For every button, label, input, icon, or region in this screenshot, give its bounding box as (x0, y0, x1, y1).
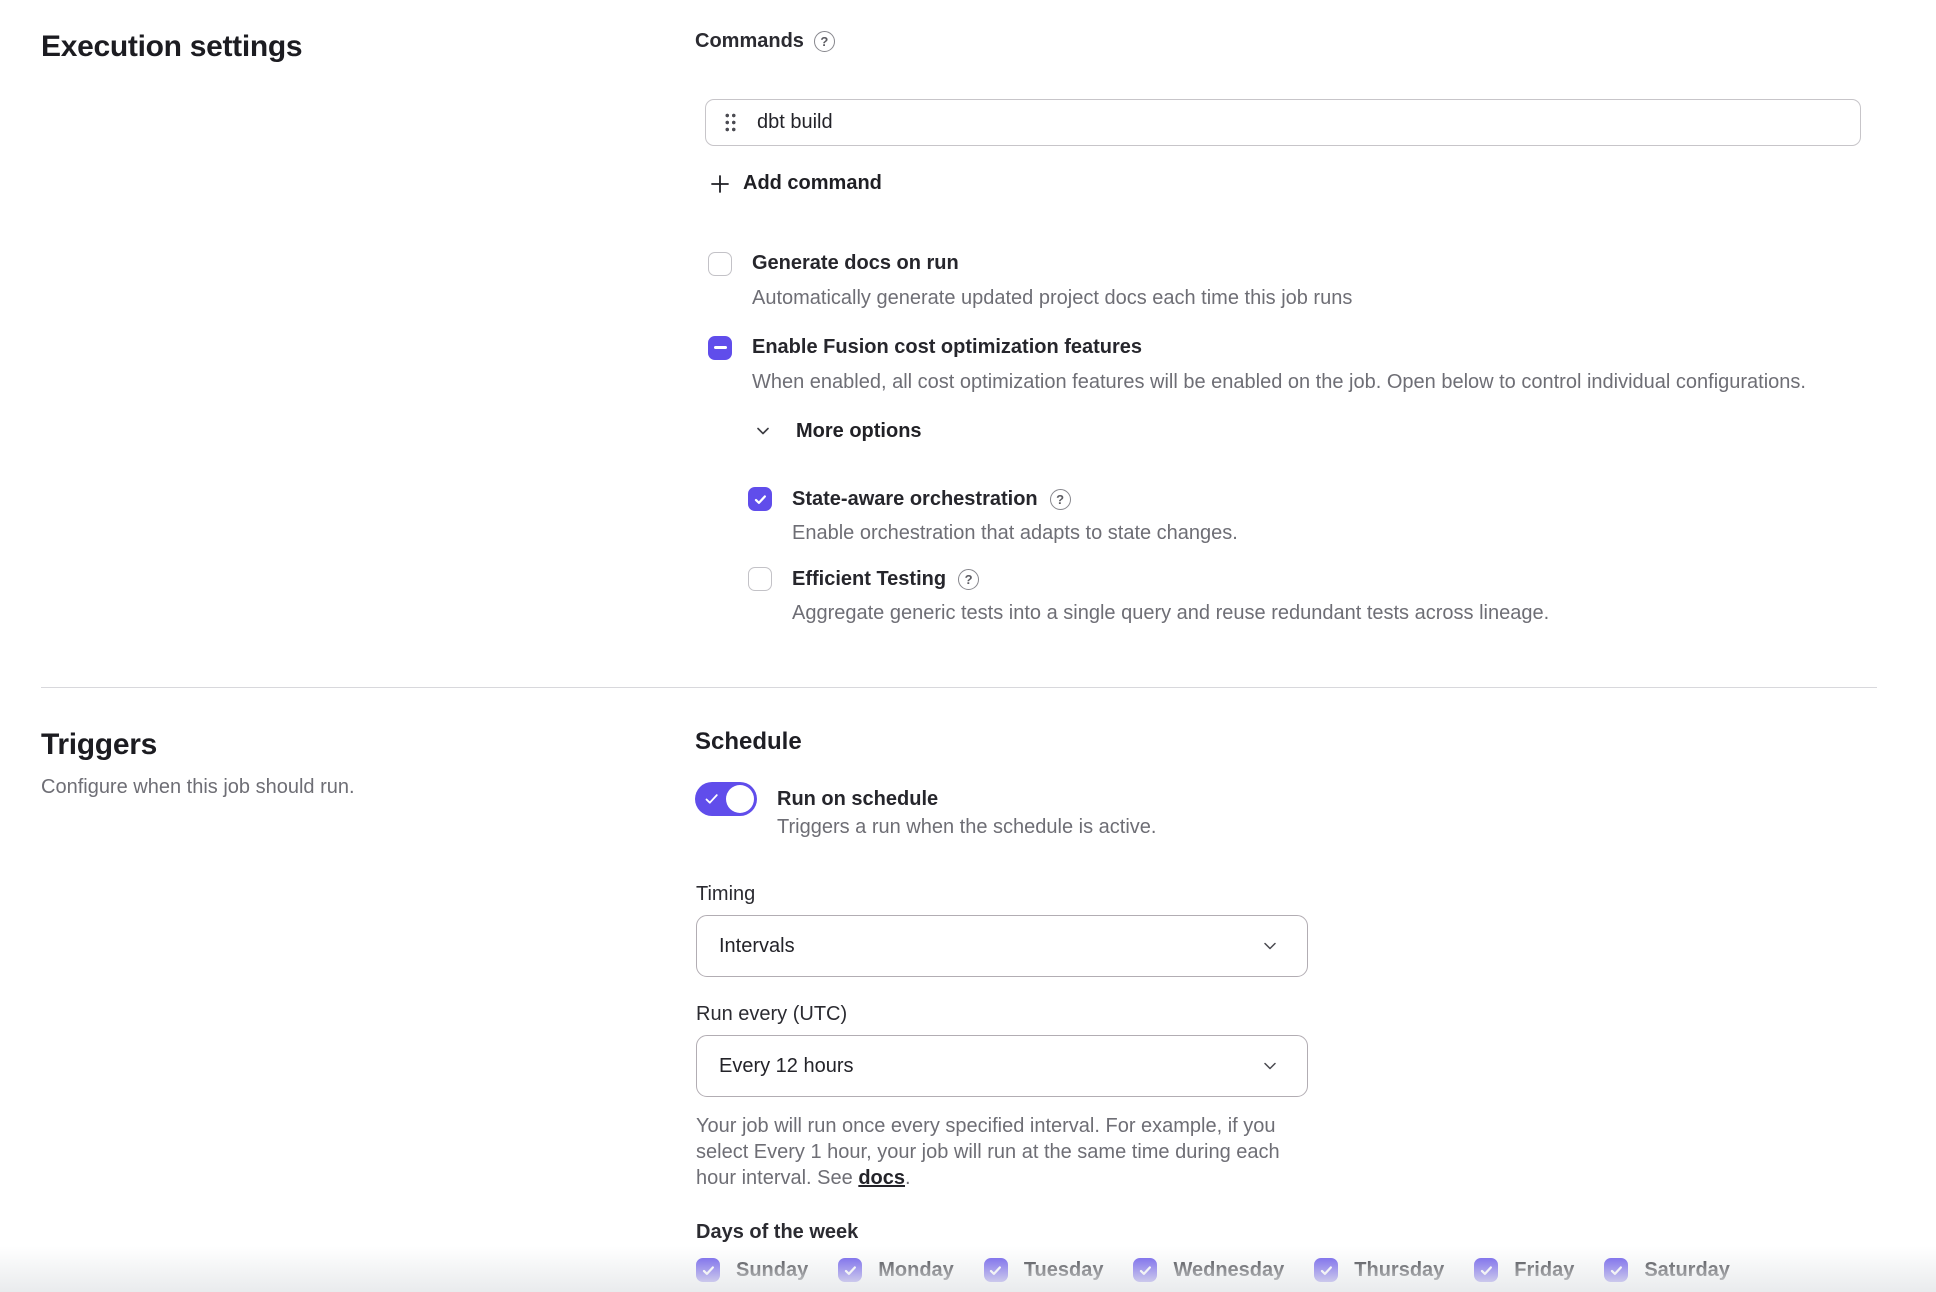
generate-docs-checkbox[interactable] (708, 252, 732, 276)
timing-select[interactable]: Intervals (696, 915, 1308, 977)
efficient-testing-help-icon[interactable]: ? (958, 569, 979, 590)
triggers-title: Triggers (41, 728, 665, 762)
command-value[interactable]: dbt build (757, 111, 833, 134)
day-checkbox[interactable] (696, 1258, 720, 1282)
job-settings-page: Execution settings Commands ? dbt build … (0, 0, 1936, 1292)
day-checkbox[interactable] (984, 1258, 1008, 1282)
efficient-testing-row: Efficient Testing ? Aggregate generic te… (748, 565, 1876, 625)
commands-label: Commands (695, 30, 804, 53)
day-checkbox-item: Sunday (696, 1258, 808, 1282)
triggers-section: Triggers Configure when this job should … (0, 728, 1936, 1282)
days-of-week-label: Days of the week (696, 1221, 1876, 1244)
day-checkbox[interactable] (838, 1258, 862, 1282)
triggers-left-column: Triggers Configure when this job should … (0, 728, 695, 799)
fusion-optimization-description: When enabled, all cost optimization feat… (752, 371, 1806, 394)
day-checkbox-item: Saturday (1604, 1258, 1730, 1282)
triggers-right-column: Schedule Run on schedule Triggers a run … (695, 728, 1936, 1282)
timing-value: Intervals (719, 935, 795, 958)
plus-icon (709, 173, 731, 195)
docs-link[interactable]: docs (858, 1167, 905, 1189)
execution-settings-right-column: Commands ? dbt build Add command Generat… (695, 30, 1936, 625)
chevron-down-icon (754, 422, 772, 440)
execution-settings-section: Execution settings Commands ? dbt build … (0, 30, 1936, 625)
day-checkbox[interactable] (1474, 1258, 1498, 1282)
run-on-schedule-toggle[interactable] (695, 782, 757, 816)
timing-label: Timing (696, 883, 1876, 906)
state-aware-label: State-aware orchestration (792, 488, 1038, 511)
chevron-down-icon (1261, 937, 1279, 955)
day-label: Sunday (736, 1259, 808, 1282)
generate-docs-description: Automatically generate updated project d… (752, 287, 1352, 310)
commands-label-row: Commands ? (695, 30, 1876, 53)
days-of-week-row: Sunday Monday Tuesday Wednesday Thursday… (696, 1258, 1876, 1282)
run-on-schedule-row: Run on schedule Triggers a run when the … (695, 782, 1876, 839)
efficient-testing-description: Aggregate generic tests into a single qu… (792, 602, 1549, 625)
run-every-value: Every 12 hours (719, 1055, 854, 1078)
fusion-optimization-label: Enable Fusion cost optimization features (752, 336, 1142, 359)
day-label: Saturday (1644, 1259, 1730, 1282)
execution-settings-left-column: Execution settings (0, 30, 695, 64)
fusion-optimization-row: Enable Fusion cost optimization features… (708, 334, 1876, 394)
day-label: Tuesday (1024, 1259, 1104, 1282)
commands-help-icon[interactable]: ? (814, 31, 835, 52)
day-checkbox[interactable] (1133, 1258, 1157, 1282)
day-checkbox[interactable] (1314, 1258, 1338, 1282)
run-every-label: Run every (UTC) (696, 1003, 1876, 1026)
drag-handle-icon[interactable] (724, 112, 737, 133)
day-checkbox-item: Monday (838, 1258, 954, 1282)
section-divider (41, 687, 1877, 688)
day-label: Wednesday (1173, 1259, 1284, 1282)
state-aware-description: Enable orchestration that adapts to stat… (792, 522, 1238, 545)
run-every-select[interactable]: Every 12 hours (696, 1035, 1308, 1097)
run-on-schedule-description: Triggers a run when the schedule is acti… (777, 816, 1156, 838)
day-checkbox-item: Friday (1474, 1258, 1574, 1282)
more-options-label: More options (796, 420, 922, 443)
more-options-expander[interactable]: More options (754, 420, 922, 443)
schedule-title: Schedule (695, 728, 1876, 756)
day-label: Thursday (1354, 1259, 1444, 1282)
add-command-label: Add command (743, 172, 882, 195)
toggle-check-icon (704, 791, 720, 807)
state-aware-row: State-aware orchestration ? Enable orche… (748, 485, 1876, 545)
day-checkbox-item: Tuesday (984, 1258, 1104, 1282)
efficient-testing-checkbox[interactable] (748, 567, 772, 591)
generate-docs-row: Generate docs on run Automatically gener… (708, 250, 1876, 310)
execution-settings-title: Execution settings (41, 30, 665, 64)
day-label: Monday (878, 1259, 954, 1282)
run-on-schedule-label: Run on schedule (777, 788, 938, 811)
day-checkbox[interactable] (1604, 1258, 1628, 1282)
day-checkbox-item: Thursday (1314, 1258, 1444, 1282)
interval-help-text: Your job will run once every specified i… (696, 1113, 1290, 1191)
efficient-testing-label: Efficient Testing (792, 568, 946, 591)
add-command-button[interactable]: Add command (709, 172, 882, 195)
triggers-subtitle: Configure when this job should run. (41, 776, 665, 799)
toggle-knob (726, 785, 754, 813)
fusion-optimization-checkbox[interactable] (708, 336, 732, 360)
state-aware-help-icon[interactable]: ? (1050, 489, 1071, 510)
chevron-down-icon (1261, 1057, 1279, 1075)
command-input[interactable]: dbt build (705, 99, 1861, 146)
state-aware-checkbox[interactable] (748, 487, 772, 511)
day-checkbox-item: Wednesday (1133, 1258, 1284, 1282)
day-label: Friday (1514, 1259, 1574, 1282)
generate-docs-label: Generate docs on run (752, 252, 959, 275)
